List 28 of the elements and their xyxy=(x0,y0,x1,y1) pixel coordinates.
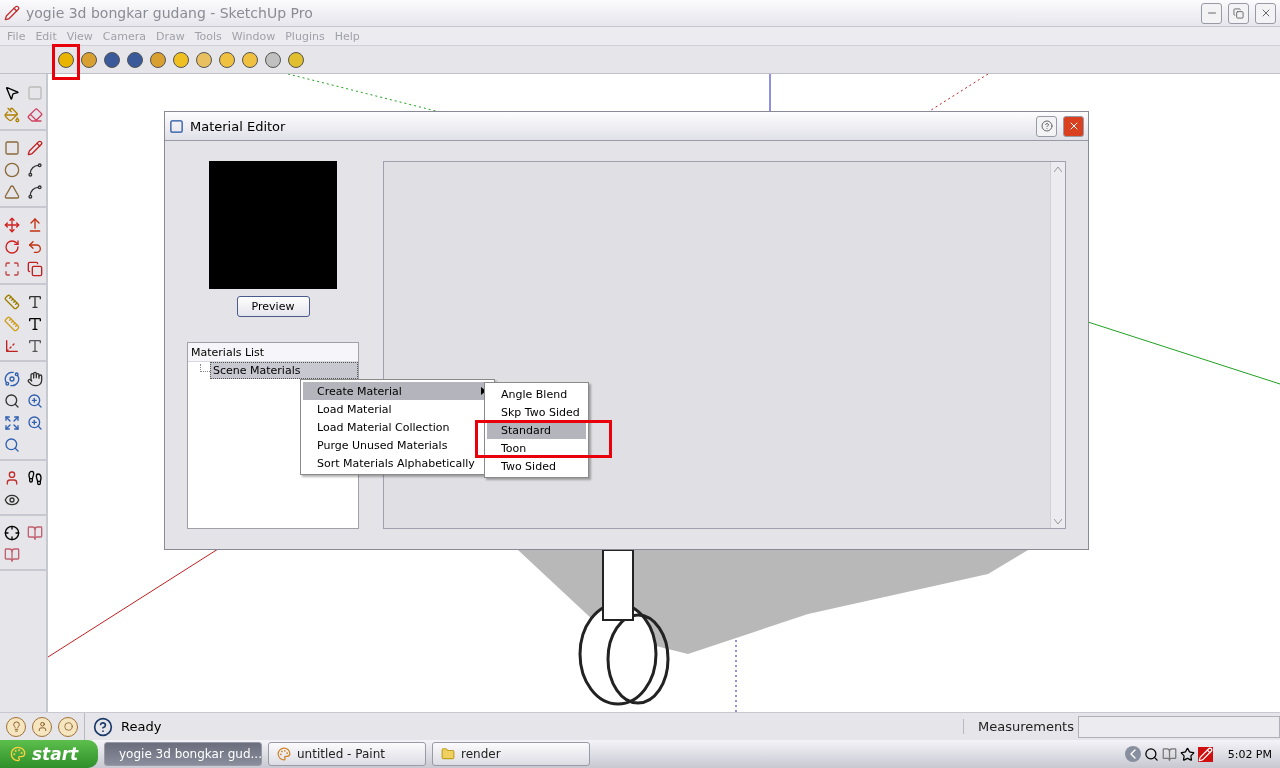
window-icon xyxy=(169,118,184,134)
restore-icon xyxy=(1233,7,1244,19)
close-button[interactable] xyxy=(1255,2,1276,24)
measurements-field[interactable] xyxy=(1078,715,1280,738)
search-icon[interactable] xyxy=(1143,746,1159,762)
app-icon xyxy=(4,5,20,21)
restore-button[interactable] xyxy=(1228,2,1249,24)
notebook-icon[interactable] xyxy=(1161,746,1177,762)
preview-button[interactable]: Preview xyxy=(236,296,310,317)
tree-item[interactable]: Scene Materials xyxy=(210,362,358,379)
taskbar-button[interactable]: render xyxy=(432,742,590,766)
taskbar-button[interactable]: yogie 3d bongkar gud... xyxy=(104,742,262,766)
list-header: Materials List xyxy=(188,343,358,362)
menu-item[interactable]: Skp Two Sided xyxy=(487,403,586,421)
submenu-arrow-icon xyxy=(480,387,486,395)
dialog-title: Material Editor xyxy=(190,118,287,134)
minimize-button[interactable] xyxy=(1201,2,1222,24)
help-button[interactable] xyxy=(1036,115,1057,137)
palette-icon xyxy=(277,747,291,761)
taskbar-button[interactable]: untitled - Paint xyxy=(268,742,426,766)
highlight-frame xyxy=(52,44,80,80)
status-text: Ready xyxy=(121,719,162,734)
window-title: yogie 3d bongkar gudang - SketchUp Pro xyxy=(26,5,314,21)
clock: 5:02 PM xyxy=(1227,747,1272,761)
close-button[interactable] xyxy=(1063,115,1084,137)
folder-icon xyxy=(441,747,455,761)
star-icon[interactable] xyxy=(1179,746,1195,762)
menu-item[interactable]: Two Sided xyxy=(487,457,586,475)
